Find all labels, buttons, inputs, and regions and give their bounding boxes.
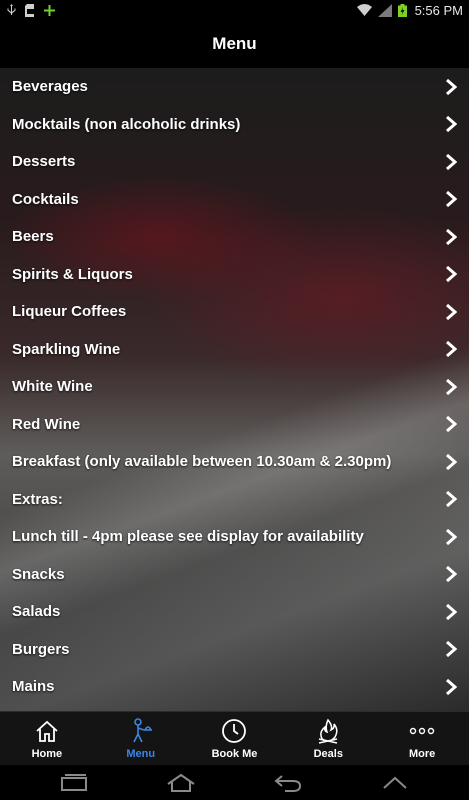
chevron-right-icon — [446, 528, 457, 545]
chevron-right-icon — [446, 191, 457, 208]
tab-label: Menu — [126, 747, 156, 760]
menu-item-mains[interactable]: Mains — [0, 668, 469, 706]
menu-item-label: Sparkling Wine — [12, 340, 121, 358]
fire-icon — [319, 718, 338, 744]
chevron-right-icon — [446, 78, 457, 95]
title-bar: Menu — [0, 20, 469, 68]
menu-item-liqueur-coffees[interactable]: Liqueur Coffees — [0, 293, 469, 331]
tab-home[interactable]: Home — [0, 712, 94, 765]
chevron-right-icon — [446, 116, 457, 133]
menu-item-label: Cocktails — [12, 190, 79, 208]
status-time: 5:56 PM — [414, 2, 463, 18]
home-nav-button[interactable] — [161, 771, 201, 795]
clock-icon — [222, 718, 247, 743]
menu-item-snacks[interactable]: Snacks — [0, 556, 469, 594]
menu-item-burgers[interactable]: Burgers — [0, 631, 469, 669]
chevron-right-icon — [446, 303, 457, 320]
back-button[interactable] — [268, 771, 308, 795]
tab-deals[interactable]: Deals — [281, 712, 375, 765]
menu-item-label: Mocktails (non alcoholic drinks) — [12, 115, 241, 133]
menu-item-label: Beers — [12, 228, 54, 246]
menu-item-salads[interactable]: Salads — [0, 593, 469, 631]
signal-icon — [377, 3, 392, 17]
menu-item-label: Red Wine — [12, 415, 81, 433]
tab-menu[interactable]: Menu — [94, 712, 188, 765]
menu-item-desserts[interactable]: Desserts — [0, 143, 469, 181]
chevron-right-icon — [446, 603, 457, 620]
menu-item-white-wine[interactable]: White Wine — [0, 368, 469, 406]
menu-item-label: Salads — [12, 603, 61, 621]
menu-item-label: Snacks — [12, 565, 65, 583]
tab-book-me[interactable]: Book Me — [188, 712, 282, 765]
recent-apps-icon — [60, 773, 87, 791]
home-nav-icon — [167, 773, 195, 792]
system-nav-bar — [0, 765, 469, 800]
usb-icon — [7, 3, 16, 15]
chevron-right-icon — [446, 378, 457, 395]
chevron-right-icon — [446, 153, 457, 170]
wifi-icon — [356, 3, 372, 16]
menu-item-label: Spirits & Liquors — [12, 265, 133, 283]
tab-label: More — [408, 747, 436, 760]
menu-item-label: Extras: — [12, 490, 63, 508]
chevron-right-icon — [446, 341, 457, 358]
menu-item-label: Beverages — [12, 78, 88, 96]
menu-item-extras[interactable]: Extras: — [0, 481, 469, 519]
menu-item-label: Mains — [12, 678, 55, 696]
page-title: Menu — [212, 34, 257, 53]
battery-icon — [397, 3, 407, 17]
menu-content: Beverages Mocktails (non alcoholic drink… — [0, 68, 469, 711]
sd-card-icon — [25, 3, 34, 17]
menu-item-beers[interactable]: Beers — [0, 218, 469, 256]
recent-apps-button[interactable] — [54, 771, 94, 795]
menu-item-label: Desserts — [12, 153, 76, 171]
tab-label: Book Me — [211, 747, 258, 760]
tab-label: Deals — [313, 747, 343, 760]
status-bar: 5:56 PM — [0, 0, 469, 20]
menu-item-sparkling-wine[interactable]: Sparkling Wine — [0, 331, 469, 369]
chevron-right-icon — [446, 416, 457, 433]
menu-item-label: White Wine — [12, 378, 93, 396]
menu-item-label: Burgers — [12, 640, 70, 658]
chevron-right-icon — [446, 678, 457, 695]
menu-item-label: Breakfast (only available between 10.30a… — [12, 453, 392, 471]
more-dots-icon — [409, 727, 435, 734]
bottom-tab-bar: Home Menu Book Me Deals More — [0, 711, 469, 765]
chevron-right-icon — [446, 491, 457, 508]
menu-item-spirits[interactable]: Spirits & Liquors — [0, 256, 469, 294]
chevron-right-icon — [446, 566, 457, 583]
add-icon — [44, 4, 55, 16]
chevron-right-icon — [446, 228, 457, 245]
menu-item-label: Lunch till - 4pm please see display for … — [12, 528, 364, 546]
menu-list: Beverages Mocktails (non alcoholic drink… — [0, 68, 469, 706]
menu-item-mocktails[interactable]: Mocktails (non alcoholic drinks) — [0, 106, 469, 144]
keyboard-hide-button[interactable] — [375, 771, 415, 795]
back-icon — [274, 774, 302, 792]
menu-item-breakfast[interactable]: Breakfast (only available between 10.30a… — [0, 443, 469, 481]
menu-item-lunch[interactable]: Lunch till - 4pm please see display for … — [0, 518, 469, 556]
chevron-up-icon — [383, 776, 408, 789]
menu-waiter-icon — [132, 717, 152, 742]
chevron-right-icon — [446, 453, 457, 470]
menu-item-label: Liqueur Coffees — [12, 303, 127, 321]
menu-item-cocktails[interactable]: Cocktails — [0, 181, 469, 219]
home-icon — [36, 720, 58, 742]
status-left — [6, 3, 55, 17]
chevron-right-icon — [446, 266, 457, 283]
tab-more[interactable]: More — [375, 712, 469, 765]
menu-item-beverages[interactable]: Beverages — [0, 68, 469, 106]
chevron-right-icon — [446, 641, 457, 658]
menu-item-red-wine[interactable]: Red Wine — [0, 406, 469, 444]
status-right: 5:56 PM — [356, 2, 463, 18]
tab-label: Home — [31, 747, 63, 760]
